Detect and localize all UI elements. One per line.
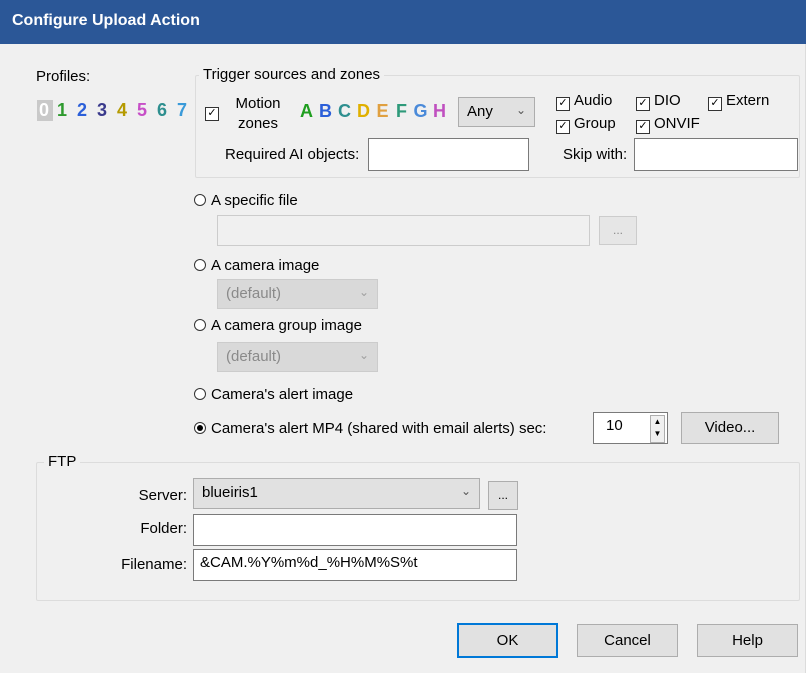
server-more-button[interactable]: ... xyxy=(488,481,518,510)
audio-label: Audio xyxy=(574,92,613,109)
server-select[interactable]: blueiris1 ⌄ xyxy=(193,478,480,509)
group-label: Group xyxy=(574,115,616,132)
profile-3[interactable]: 3 xyxy=(93,100,113,121)
video-button[interactable]: Video... xyxy=(681,412,779,444)
folder-label: Folder: xyxy=(140,520,187,537)
zone-mode-value: Any xyxy=(467,103,493,120)
skip-with-input[interactable] xyxy=(634,138,798,171)
chevron-down-icon: ⌄ xyxy=(358,285,369,299)
zone-a[interactable]: A xyxy=(297,101,316,122)
help-button[interactable]: Help xyxy=(697,624,798,657)
configure-upload-dialog: Configure Upload Action Profiles: 012345… xyxy=(0,0,806,673)
profile-2[interactable]: 2 xyxy=(73,100,93,121)
extern-label: Extern xyxy=(726,92,770,109)
checkbox-icon: ✓ xyxy=(636,120,650,134)
camera-image-radio[interactable]: A camera image xyxy=(194,257,319,274)
profiles-label: Profiles: xyxy=(36,68,91,85)
specific-file-label: A specific file xyxy=(211,192,298,209)
chevron-down-icon: ⌄ xyxy=(460,484,471,498)
skip-with-label: Skip with: xyxy=(563,146,628,163)
camera-group-value: (default) xyxy=(226,348,282,365)
motion-label-line1: Motion xyxy=(235,95,281,112)
seconds-spinner[interactable]: ▲ ▼ xyxy=(650,415,665,443)
motion-zones-label: Motion zones xyxy=(230,94,286,134)
required-ai-label: Required AI objects: xyxy=(225,146,360,163)
profiles-selector[interactable]: 01234567 xyxy=(37,100,193,121)
cancel-button[interactable]: Cancel xyxy=(577,624,678,657)
camera-image-select[interactable]: (default) ⌄ xyxy=(217,279,378,309)
onvif-label: ONVIF xyxy=(654,115,700,132)
checkbox-icon: ✓ xyxy=(205,107,219,121)
checkbox-icon: ✓ xyxy=(556,97,570,111)
camera-image-value: (default) xyxy=(226,285,282,302)
camera-group-select[interactable]: (default) ⌄ xyxy=(217,342,378,372)
specific-file-radio[interactable]: A specific file xyxy=(194,192,298,209)
ok-button[interactable]: OK xyxy=(457,623,558,658)
motion-label-line2: zones xyxy=(237,115,279,132)
required-ai-input[interactable] xyxy=(368,138,529,171)
spin-up-icon[interactable]: ▲ xyxy=(651,416,664,428)
radio-icon xyxy=(194,388,206,400)
camera-group-radio[interactable]: A camera group image xyxy=(194,317,362,334)
alert-mp4-label: Camera's alert MP4 (shared with email al… xyxy=(211,420,547,437)
extern-checkbox[interactable]: ✓ Extern xyxy=(708,92,769,111)
server-label: Server: xyxy=(138,487,187,504)
profile-5[interactable]: 5 xyxy=(133,100,153,121)
ftp-group-title: FTP xyxy=(44,453,81,470)
profile-0[interactable]: 0 xyxy=(37,100,53,121)
alert-image-label: Camera's alert image xyxy=(211,386,354,403)
filename-label: Filename: xyxy=(121,556,187,573)
browse-file-button[interactable]: ... xyxy=(599,216,637,245)
dio-label: DIO xyxy=(654,92,681,109)
window-title: Configure Upload Action xyxy=(12,12,200,29)
checkbox-icon: ✓ xyxy=(556,120,570,134)
profile-1[interactable]: 1 xyxy=(53,100,73,121)
radio-icon xyxy=(194,319,206,331)
title-bar: Configure Upload Action xyxy=(0,0,806,44)
zone-e[interactable]: E xyxy=(373,101,392,122)
profile-4[interactable]: 4 xyxy=(113,100,133,121)
camera-group-label: A camera group image xyxy=(211,317,362,334)
group-checkbox[interactable]: ✓ Group xyxy=(556,115,616,134)
checkbox-icon: ✓ xyxy=(708,97,722,111)
specific-file-input[interactable] xyxy=(217,215,590,246)
profile-6[interactable]: 6 xyxy=(153,100,173,121)
zone-b[interactable]: B xyxy=(316,101,335,122)
checkbox-icon: ✓ xyxy=(636,97,650,111)
filename-input[interactable]: &CAM.%Y%m%d_%H%M%S%t xyxy=(193,549,517,581)
zone-c[interactable]: C xyxy=(335,101,354,122)
chevron-down-icon: ⌄ xyxy=(515,103,526,117)
zone-f[interactable]: F xyxy=(392,101,411,122)
server-value: blueiris1 xyxy=(202,484,258,501)
profile-7[interactable]: 7 xyxy=(173,100,193,121)
camera-image-label: A camera image xyxy=(211,257,320,274)
zone-mode-select[interactable]: Any ⌄ xyxy=(458,97,535,127)
radio-icon xyxy=(194,194,206,206)
trigger-group-title: Trigger sources and zones xyxy=(199,66,385,83)
zone-g[interactable]: G xyxy=(411,101,430,122)
zone-h[interactable]: H xyxy=(430,101,449,122)
spin-down-icon[interactable]: ▼ xyxy=(651,428,664,440)
motion-zones-checkbox[interactable]: ✓ xyxy=(205,102,223,121)
folder-input[interactable] xyxy=(193,514,517,546)
radio-selected-icon xyxy=(194,422,206,434)
alert-mp4-radio[interactable]: Camera's alert MP4 (shared with email al… xyxy=(194,420,546,437)
radio-icon xyxy=(194,259,206,271)
onvif-checkbox[interactable]: ✓ ONVIF xyxy=(636,115,700,134)
dio-checkbox[interactable]: ✓ DIO xyxy=(636,92,681,111)
alert-image-radio[interactable]: Camera's alert image xyxy=(194,386,353,403)
zone-selector[interactable]: ABCDEFGH xyxy=(297,101,449,122)
zone-d[interactable]: D xyxy=(354,101,373,122)
audio-checkbox[interactable]: ✓ Audio xyxy=(556,92,612,111)
seconds-value: 10 xyxy=(606,417,623,434)
alert-mp4-seconds-input[interactable]: 10 ▲ ▼ xyxy=(593,412,668,444)
chevron-down-icon: ⌄ xyxy=(358,348,369,362)
